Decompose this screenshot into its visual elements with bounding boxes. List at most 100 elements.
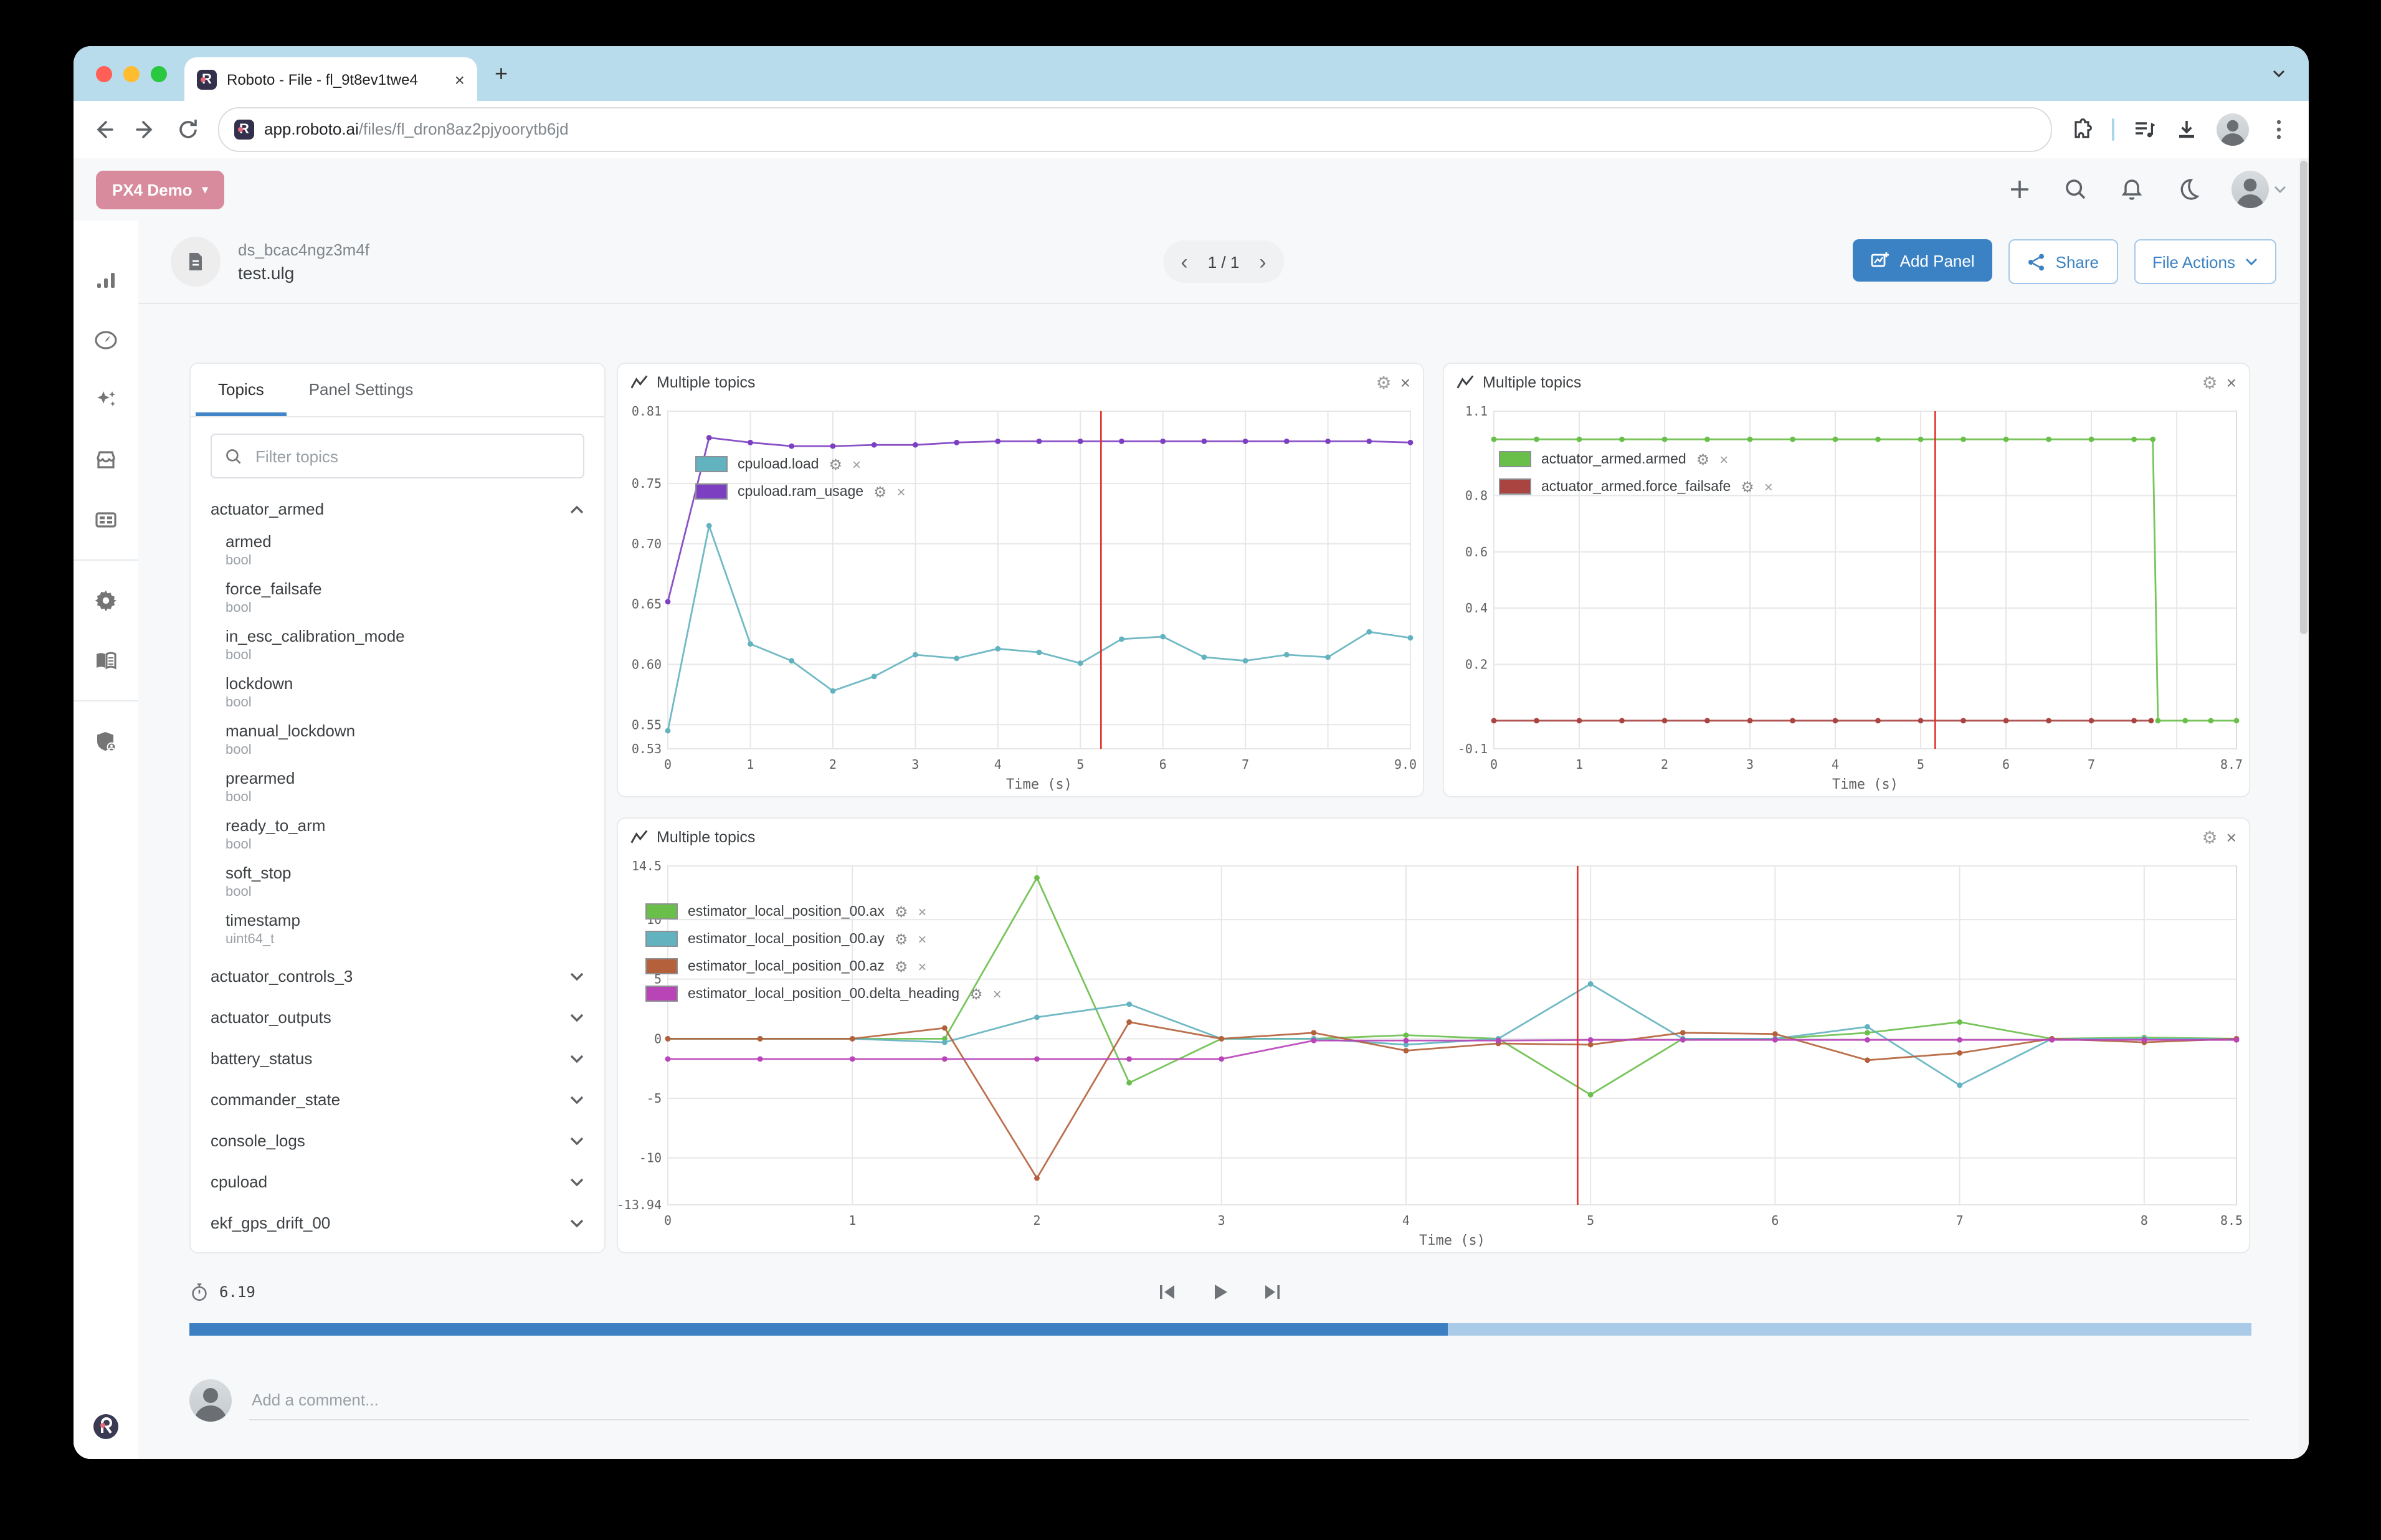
minimize-window-button[interactable] xyxy=(123,65,140,82)
topic-field-soft_stop[interactable]: soft_stopbool xyxy=(211,861,584,908)
dark-mode-moon-icon[interactable] xyxy=(2175,177,2200,202)
user-menu[interactable] xyxy=(2231,171,2286,208)
page-scrollbar[interactable] xyxy=(2299,158,2309,1459)
topic-group-ekf_gps_drift_00[interactable]: ekf_gps_drift_00 xyxy=(211,1202,584,1243)
topic-field-timestamp[interactable]: timestampuint64_t xyxy=(211,908,584,956)
scrollbar-thumb[interactable] xyxy=(2300,161,2307,634)
series-remove-icon[interactable]: × xyxy=(918,904,926,919)
media-playlist-icon[interactable] xyxy=(2132,117,2157,142)
panel-settings-gear-icon[interactable]: ⚙ xyxy=(1376,374,1392,391)
series-settings-gear-icon[interactable]: ⚙ xyxy=(1741,479,1754,494)
series-settings-gear-icon[interactable]: ⚙ xyxy=(829,457,842,472)
topic-group-actuator_armed[interactable]: actuator_armed xyxy=(211,488,584,530)
topic-field-armed[interactable]: armedbool xyxy=(211,530,584,577)
topic-group-label: actuator_outputs xyxy=(211,1008,331,1027)
browser-tab[interactable]: R Roboto - File - fl_9t8ev1twe4 × xyxy=(184,57,477,101)
tab-close-icon[interactable]: × xyxy=(455,69,465,89)
series-settings-gear-icon[interactable]: ⚙ xyxy=(895,904,908,919)
data-point xyxy=(1126,1019,1132,1025)
data-point xyxy=(665,599,671,604)
playback-progress-track[interactable] xyxy=(189,1323,2251,1336)
nav-explore-compass-icon[interactable] xyxy=(93,328,118,353)
series-settings-gear-icon[interactable]: ⚙ xyxy=(969,986,983,1001)
topic-group-battery_status[interactable]: battery_status xyxy=(211,1038,584,1079)
prev-page-chevron-icon[interactable]: ‹ xyxy=(1181,251,1187,272)
nav-activity-bars-icon[interactable] xyxy=(93,268,118,293)
topic-field-manual_lockdown[interactable]: manual_lockdownbool xyxy=(211,719,584,766)
url-bar[interactable]: R app.roboto.ai/files/fl_dron8az2pjyoory… xyxy=(218,107,2052,152)
nav-store-icon[interactable] xyxy=(93,447,118,472)
dataset-id[interactable]: ds_bcac4ngz3m4f xyxy=(238,240,369,259)
maximize-window-button[interactable] xyxy=(151,65,167,82)
panel-close-icon[interactable]: × xyxy=(1400,374,1410,391)
notifications-bell-icon[interactable] xyxy=(2119,177,2144,202)
chart-body[interactable]: 14.51050-5-10-13.940123456788.5Time (s)e… xyxy=(618,856,2249,1252)
skip-to-end-icon[interactable] xyxy=(1262,1282,1281,1302)
add-icon[interactable] xyxy=(2007,177,2032,202)
topic-field-force_failsafe[interactable]: force_failsafebool xyxy=(211,577,584,624)
chart-body[interactable]: 0.810.750.700.650.600.550.53012345679.0T… xyxy=(618,401,1423,796)
topic-field-in_esc_calibration_mode[interactable]: in_esc_calibration_modebool xyxy=(211,624,584,672)
chevron-down-icon: ▾ xyxy=(202,183,208,196)
panel-settings-gear-icon[interactable]: ⚙ xyxy=(2202,374,2218,391)
series-settings-gear-icon[interactable]: ⚙ xyxy=(1696,452,1710,467)
back-icon[interactable] xyxy=(91,117,116,142)
topic-group-actuator_controls_3[interactable]: actuator_controls_3 xyxy=(211,956,584,997)
forward-icon[interactable] xyxy=(133,117,158,142)
series-remove-icon[interactable]: × xyxy=(1764,479,1773,494)
x-tick-label: 4 xyxy=(1402,1213,1410,1228)
tab-panel-settings[interactable]: Panel Settings xyxy=(287,364,436,416)
x-tick-label: 1 xyxy=(746,757,754,772)
data-point xyxy=(1408,440,1414,445)
next-page-chevron-icon[interactable]: › xyxy=(1259,251,1266,272)
filter-topics-input[interactable] xyxy=(253,445,571,467)
topic-group-cpuload[interactable]: cpuload xyxy=(211,1161,584,1202)
series-settings-gear-icon[interactable]: ⚙ xyxy=(895,959,908,974)
series-remove-icon[interactable]: × xyxy=(918,959,926,974)
data-point xyxy=(995,439,1000,444)
download-icon[interactable] xyxy=(2174,117,2199,142)
extensions-icon[interactable] xyxy=(2070,117,2094,142)
data-point xyxy=(995,646,1000,652)
org-switcher-button[interactable]: PX4 Demo ▾ xyxy=(96,170,224,209)
nav-admin-shield-icon[interactable] xyxy=(93,729,118,754)
series-remove-icon[interactable]: × xyxy=(852,457,861,472)
series-remove-icon[interactable]: × xyxy=(918,931,926,946)
nav-settings-gear-icon[interactable] xyxy=(93,588,118,613)
panel-close-icon[interactable]: × xyxy=(2227,829,2236,846)
add-comment-input[interactable] xyxy=(249,1381,2249,1420)
topic-field-ready_to_arm[interactable]: ready_to_armbool xyxy=(211,814,584,861)
new-tab-button[interactable]: + xyxy=(495,60,508,87)
add-panel-button[interactable]: Add Panel xyxy=(1853,239,1992,282)
reload-icon[interactable] xyxy=(176,117,201,142)
legend-swatch xyxy=(645,958,678,974)
y-tick-label: 0 xyxy=(654,1031,662,1046)
chart-body[interactable]: 1.10.80.60.40.2-0.1012345678.7Time (s)ac… xyxy=(1444,401,2249,796)
series-remove-icon[interactable]: × xyxy=(1719,452,1728,467)
panel-close-icon[interactable]: × xyxy=(2227,374,2236,391)
nav-docs-book-icon[interactable] xyxy=(93,648,118,673)
topic-group-actuator_outputs[interactable]: actuator_outputs xyxy=(211,997,584,1038)
play-icon[interactable] xyxy=(1209,1282,1229,1302)
nav-ai-sparkles-icon[interactable] xyxy=(93,387,118,412)
browser-profile-avatar[interactable] xyxy=(2217,113,2249,146)
series-settings-gear-icon[interactable]: ⚙ xyxy=(873,484,887,499)
panel-settings-gear-icon[interactable]: ⚙ xyxy=(2202,829,2218,846)
file-actions-button[interactable]: File Actions xyxy=(2134,239,2276,284)
skip-to-start-icon[interactable] xyxy=(1157,1282,1177,1302)
series-settings-gear-icon[interactable]: ⚙ xyxy=(895,931,908,946)
topic-group-console_logs[interactable]: console_logs xyxy=(211,1120,584,1161)
legend-label: estimator_local_position_00.az xyxy=(688,959,885,974)
search-icon[interactable] xyxy=(2063,177,2088,202)
series-remove-icon[interactable]: × xyxy=(993,986,1002,1001)
topic-group-commander_state[interactable]: commander_state xyxy=(211,1079,584,1120)
nav-panels-icon[interactable] xyxy=(93,507,118,532)
share-button[interactable]: Share xyxy=(2008,239,2117,284)
close-window-button[interactable] xyxy=(96,65,112,82)
topic-field-lockdown[interactable]: lockdownbool xyxy=(211,672,584,719)
tab-search-chevron-icon[interactable] xyxy=(2266,61,2291,86)
tab-topics[interactable]: Topics xyxy=(196,364,287,416)
series-remove-icon[interactable]: × xyxy=(897,484,906,499)
topic-field-prearmed[interactable]: prearmedbool xyxy=(211,766,584,814)
browser-menu-kebab-icon[interactable] xyxy=(2266,117,2291,142)
